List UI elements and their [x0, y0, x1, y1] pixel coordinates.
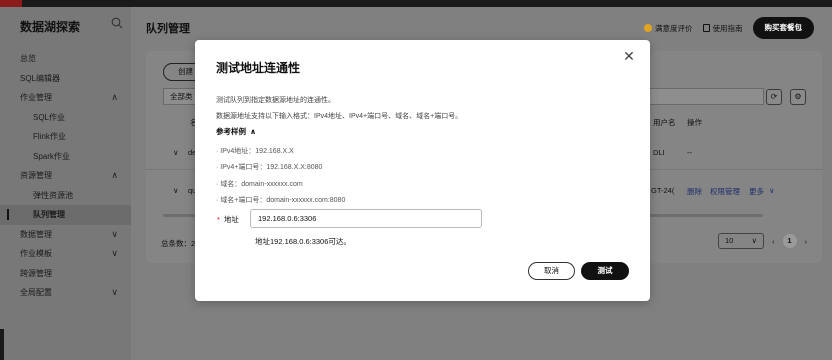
dialog-format-hint: 数据源地址支持以下输入格式：IPv4地址、IPv4+端口号、域名、域名+端口号。	[216, 113, 463, 120]
smile-icon	[644, 24, 652, 32]
delete-link[interactable]: 删除	[687, 186, 702, 197]
pagination: 10 ∨ ‹ 1 ›	[718, 233, 807, 249]
buy-package-button[interactable]: 购买套餐包	[752, 17, 814, 39]
sidebar-item-label: SQL作业	[33, 112, 66, 122]
prev-page-icon[interactable]: ‹	[772, 237, 775, 246]
examples-toggle[interactable]: 参考样例 ∧	[216, 126, 256, 137]
dialog-title: 测试地址连通性	[216, 61, 301, 75]
sidebar-item-sql-jobs[interactable]: SQL作业	[0, 108, 131, 128]
sidebar-item-flink-jobs[interactable]: Flink作业	[0, 127, 131, 147]
sidebar-item-label: Spark作业	[33, 151, 70, 161]
document-icon	[702, 24, 710, 32]
column-header-ops: 操作	[687, 118, 702, 127]
more-link[interactable]: 更多	[749, 186, 764, 197]
address-input[interactable]	[250, 209, 482, 228]
sidebar-item-label: 队列管理	[33, 210, 65, 219]
required-mark: *	[217, 215, 220, 224]
page-number[interactable]: 1	[782, 234, 797, 248]
reachable-message: 地址192.168.0.6:3306可达。	[255, 237, 351, 246]
satisfaction-link[interactable]: 满意度评价	[644, 23, 693, 34]
next-page-icon[interactable]: ›	[805, 237, 808, 246]
page-size-select[interactable]: 10 ∨	[718, 233, 764, 249]
top-bar-mark	[0, 0, 22, 7]
sidebar-nav: 总览 SQL编辑器 作业管理 ∧ SQL作业 Flink作业 Spark作业 资源…	[0, 49, 131, 303]
guide-label: 使用指南	[712, 23, 743, 33]
sidebar-item-global-config[interactable]: 全局配置 ∨	[0, 283, 131, 303]
sidebar-item-label: 弹性资源池	[33, 190, 73, 200]
refresh-icon[interactable]: ⟳	[766, 89, 782, 105]
sidebar-item-spark-jobs[interactable]: Spark作业	[0, 147, 131, 167]
sidebar-item-queue-management[interactable]: 队列管理	[0, 205, 131, 225]
address-label: * 地址	[217, 214, 239, 225]
address-label-text: 地址	[223, 215, 239, 224]
sidebar-item-resource-management[interactable]: 资源管理 ∧	[0, 166, 131, 186]
satisfaction-label: 满意度评价	[655, 23, 693, 33]
chevron-up-icon: ∧	[111, 92, 118, 102]
test-connectivity-dialog: ✕ 测试地址连通性 测试队列到指定数据源地址的连通性。 数据源地址支持以下输入格…	[195, 40, 650, 301]
page-size-value: 10	[725, 236, 734, 245]
examples-label: 参考样例	[216, 127, 246, 136]
guide-link[interactable]: 使用指南	[702, 23, 743, 34]
chevron-down-icon[interactable]: ∨	[173, 186, 179, 195]
close-icon[interactable]: ✕	[622, 49, 636, 63]
chevron-down-icon: ∨	[751, 236, 758, 245]
sidebar-item-sql-editor[interactable]: SQL编辑器	[0, 69, 131, 89]
chevron-up-icon: ∧	[250, 127, 257, 136]
queue-user: DLI	[653, 148, 665, 157]
left-edge-strip	[0, 329, 4, 360]
chevron-down-icon[interactable]: ∨	[173, 148, 179, 157]
sidebar-item-label: 全局配置	[20, 288, 52, 297]
sidebar-item-label: 作业管理	[20, 93, 52, 102]
queue-user: GT-24(	[651, 186, 675, 195]
sidebar-item-label: 跨源管理	[20, 268, 52, 278]
sidebar-item-label: SQL编辑器	[20, 73, 61, 83]
column-header-user: 用户名	[653, 118, 676, 127]
permission-link[interactable]: 权限管理	[710, 186, 740, 197]
sidebar-item-label: 资源管理	[20, 171, 52, 180]
chevron-down-icon: ∨	[111, 248, 118, 258]
chevron-down-icon: ∨	[111, 287, 118, 297]
sidebar: 数据湖探索 总览 SQL编辑器 作业管理 ∧ SQL作业 Flink作业 Spar…	[0, 7, 131, 360]
chevron-down-icon: ∨	[111, 228, 118, 239]
example-item: · 域名：domain-xxxxxx.com	[216, 181, 303, 188]
total-count: 总条数：2	[161, 239, 196, 248]
sidebar-item-data-management[interactable]: 数据管理 ∨	[0, 225, 131, 245]
queue-ops: --	[687, 148, 692, 157]
gear-icon[interactable]: ⚙	[790, 89, 806, 105]
dialog-description: 测试队列到指定数据源地址的连通性。	[216, 97, 335, 104]
sidebar-item-label: 数据管理	[20, 229, 52, 239]
example-item: · 域名+端口号：domain-xxxxxx.com:8080	[216, 197, 346, 204]
header-actions: 满意度评价 使用指南 购买套餐包	[644, 17, 814, 39]
sidebar-item-label: 作业模板	[20, 249, 52, 258]
example-item: · IPv4+端口号：192.168.X.X:8080	[216, 164, 323, 171]
sidebar-item-cross-source[interactable]: 跨源管理	[0, 264, 131, 284]
chevron-down-icon[interactable]: ∨	[769, 186, 775, 195]
sidebar-item-overview[interactable]: 总览	[0, 49, 131, 69]
search-icon[interactable]	[111, 17, 123, 29]
sidebar-item-job-templates[interactable]: 作业模板 ∨	[0, 244, 131, 264]
top-bar	[0, 0, 832, 7]
search-filter-input[interactable]	[646, 88, 764, 105]
sidebar-item-label: Flink作业	[33, 132, 66, 141]
test-button[interactable]: 测试	[581, 262, 629, 280]
page-title: 队列管理	[146, 23, 190, 35]
example-item: · IPv4地址：192.168.X.X	[216, 148, 294, 155]
sidebar-item-label: 总览	[20, 54, 36, 63]
sidebar-item-job-management[interactable]: 作业管理 ∧	[0, 88, 131, 108]
chevron-up-icon: ∧	[111, 170, 118, 180]
cancel-button[interactable]: 取消	[528, 262, 575, 280]
brand-title: 数据湖探索	[20, 20, 81, 34]
sidebar-item-elastic-pool[interactable]: 弹性资源池	[0, 186, 131, 206]
